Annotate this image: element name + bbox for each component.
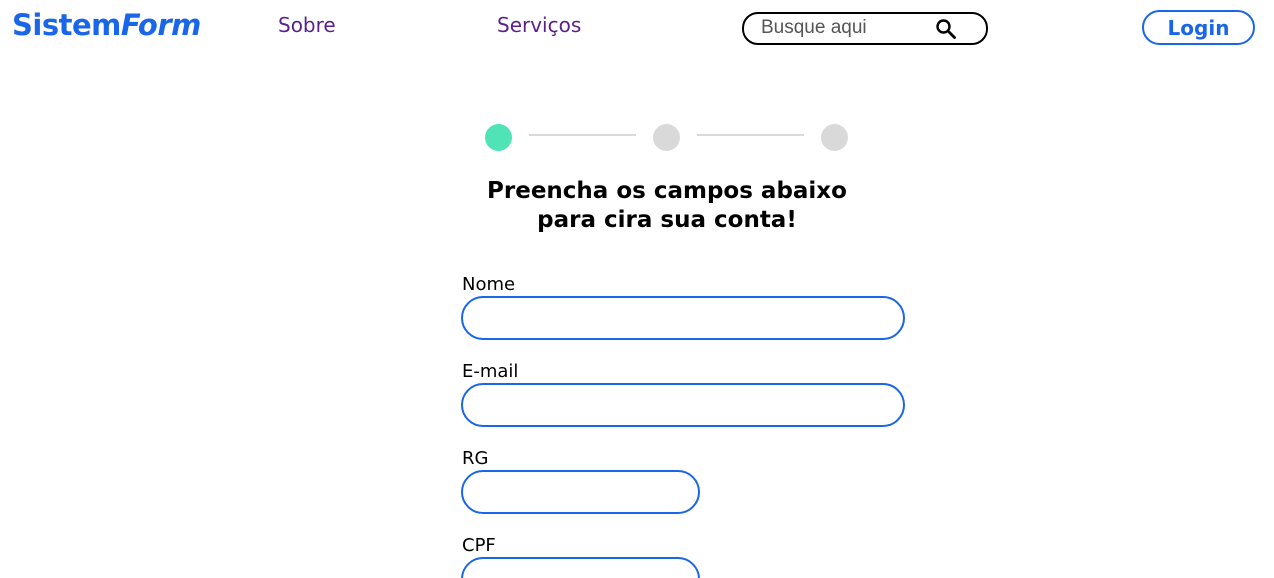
step-indicator-2 [653,124,680,151]
logo-text-sistem: Sistem [12,8,121,42]
nome-label: Nome [462,274,516,295]
login-button[interactable]: Login [1142,10,1255,45]
cpf-field[interactable] [461,557,700,578]
email-label: E-mail [462,361,519,382]
search-icon[interactable] [934,17,958,41]
logo[interactable]: SistemForm [12,8,201,42]
nav-link-sobre[interactable]: Sobre [278,13,336,37]
email-field[interactable] [461,383,905,427]
step-indicator-1 [485,124,512,151]
nav-link-servicos[interactable]: Serviços [497,13,581,37]
rg-field[interactable] [461,470,700,514]
form-heading-line-2: para cira sua conta! [537,207,797,233]
step-connector-1 [529,134,636,136]
form-heading: Preencha os campos abaixo para cira sua … [437,177,897,235]
step-connector-2 [697,134,804,136]
rg-label: RG [462,448,489,469]
search-bar [742,12,988,45]
cpf-label: CPF [462,535,496,556]
search-input[interactable] [761,16,931,40]
page: SistemForm Sobre Serviços Login Preencha… [0,0,1274,578]
nome-field[interactable] [461,296,905,340]
logo-text-form: Form [120,8,202,42]
form-heading-line-1: Preencha os campos abaixo [487,178,847,204]
step-indicator-3 [821,124,848,151]
